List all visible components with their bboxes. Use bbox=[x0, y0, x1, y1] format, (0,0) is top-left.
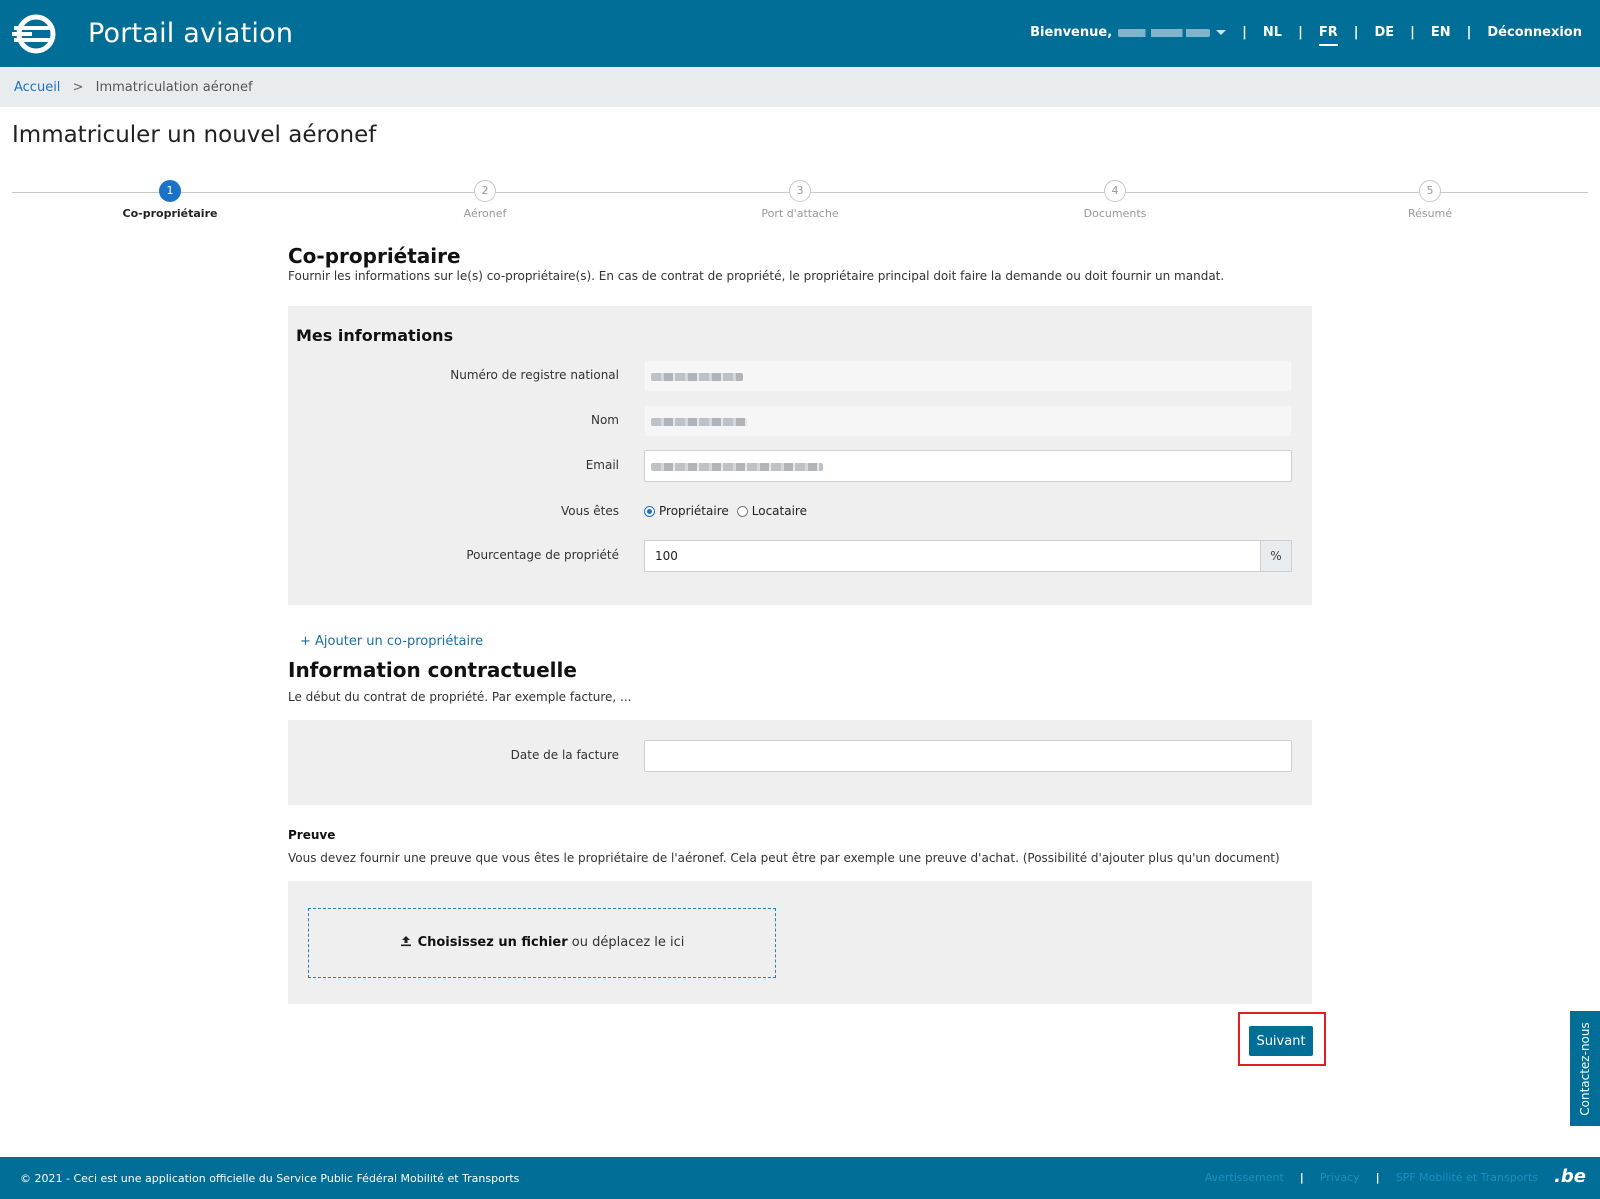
role-tenant-option[interactable]: Locataire bbox=[736, 504, 807, 518]
footer-copyright: © 2021 - Ceci est une application offici… bbox=[20, 1172, 520, 1185]
breadcrumb: Accueil > Immatriculation aéronef bbox=[0, 67, 1600, 107]
footer-link-privacy[interactable]: Privacy bbox=[1320, 1171, 1360, 1184]
step-number: 1 bbox=[159, 180, 181, 202]
breadcrumb-home[interactable]: Accueil bbox=[14, 80, 60, 95]
be-logo[interactable]: .be bbox=[1554, 1166, 1586, 1187]
app-title: Portail aviation bbox=[88, 18, 294, 49]
wizard-stepper: 1 Co-propriétaire 2 Aéronef 3 Port d'att… bbox=[12, 178, 1588, 228]
step-number: 3 bbox=[789, 180, 811, 202]
national-number-row: Numéro de registre national bbox=[288, 360, 1312, 392]
invoice-date-label: Date de la facture bbox=[510, 748, 619, 762]
portal-logo-icon[interactable] bbox=[12, 12, 56, 56]
national-number-label: Numéro de registre national bbox=[450, 368, 619, 382]
redacted-value bbox=[651, 463, 823, 471]
footer-link-disclaimer[interactable]: Avertissement bbox=[1205, 1171, 1284, 1184]
contract-panel: Date de la facture bbox=[288, 720, 1312, 805]
chevron-down-icon bbox=[1216, 30, 1227, 35]
co-owner-description: Fournir les informations sur le(s) co-pr… bbox=[288, 269, 1225, 283]
lang-nl[interactable]: NL bbox=[1263, 25, 1282, 40]
lang-en[interactable]: EN bbox=[1431, 25, 1451, 40]
step-summary[interactable]: 5 Résumé bbox=[1350, 180, 1510, 220]
breadcrumb-separator: > bbox=[72, 80, 84, 95]
top-nav: Bienvenue, | NL | FR | DE | EN | Déconne… bbox=[1030, 25, 1582, 46]
footer-links: Avertissement | Privacy | SPF Mobilité e… bbox=[1204, 1171, 1538, 1184]
top-header: Portail aviation Bienvenue, | NL | FR | … bbox=[0, 0, 1600, 67]
email-row: Email bbox=[288, 450, 1312, 482]
lang-fr[interactable]: FR bbox=[1318, 25, 1338, 46]
role-owner-label: Propriétaire bbox=[659, 504, 729, 518]
national-number-field bbox=[644, 360, 1292, 392]
next-button-highlight: Suivant bbox=[1238, 1012, 1326, 1066]
my-info-title: Mes informations bbox=[296, 326, 454, 345]
step-co-owner[interactable]: 1 Co-propriétaire bbox=[90, 180, 250, 220]
my-info-panel: Mes informations Numéro de registre nati… bbox=[288, 306, 1312, 605]
name-field bbox=[644, 405, 1292, 437]
step-documents[interactable]: 4 Documents bbox=[1035, 180, 1195, 220]
step-aircraft[interactable]: 2 Aéronef bbox=[405, 180, 565, 220]
step-label: Aéronef bbox=[463, 207, 507, 220]
percentage-unit: % bbox=[1260, 540, 1292, 572]
radio-owner[interactable] bbox=[644, 505, 655, 517]
role-owner-option[interactable]: Propriétaire bbox=[644, 504, 729, 518]
proof-title: Preuve bbox=[288, 828, 336, 842]
step-home-base[interactable]: 3 Port d'attache bbox=[720, 180, 880, 220]
file-dropzone[interactable]: Choisissez un fichier ou déplacez le ici bbox=[308, 908, 776, 978]
proof-description: Vous devez fournir une preuve que vous ê… bbox=[288, 851, 1280, 865]
step-number: 5 bbox=[1419, 180, 1441, 202]
user-menu[interactable]: Bienvenue, bbox=[1030, 25, 1227, 40]
email-field[interactable] bbox=[644, 450, 1292, 482]
drop-hint: ou déplacez le ici bbox=[571, 935, 685, 950]
name-label: Nom bbox=[590, 413, 619, 427]
role-tenant-label: Locataire bbox=[751, 504, 807, 518]
step-number: 2 bbox=[474, 180, 496, 202]
footer-link-spf[interactable]: SPF Mobilité et Transports bbox=[1396, 1171, 1538, 1184]
lang-de[interactable]: DE bbox=[1374, 25, 1394, 40]
redacted-value bbox=[651, 373, 743, 381]
step-label: Co-propriétaire bbox=[122, 207, 218, 220]
step-label: Résumé bbox=[1407, 207, 1453, 220]
upload-icon bbox=[400, 936, 411, 947]
email-label: Email bbox=[585, 458, 619, 472]
percentage-row: Pourcentage de propriété 100 % bbox=[288, 540, 1312, 572]
role-row: Vous êtes Propriétaire Locataire bbox=[288, 496, 1312, 528]
breadcrumb-current: Immatriculation aéronef bbox=[95, 80, 253, 95]
contact-tab-label: Contactez-nous bbox=[1578, 1021, 1592, 1116]
role-radio-group: Propriétaire Locataire bbox=[644, 504, 815, 518]
user-name-redacted bbox=[1118, 28, 1211, 37]
page-title: Immatriculer un nouvel aéronef bbox=[12, 122, 377, 148]
redacted-value bbox=[651, 418, 747, 426]
invoice-date-input[interactable] bbox=[644, 740, 1292, 772]
radio-tenant[interactable] bbox=[736, 505, 748, 517]
contract-description: Le début du contrat de propriété. Par ex… bbox=[288, 690, 632, 704]
invoice-date-row: Date de la facture bbox=[288, 740, 1312, 772]
logout-link[interactable]: Déconnexion bbox=[1487, 25, 1582, 40]
proof-panel: Choisissez un fichier ou déplacez le ici bbox=[288, 881, 1312, 1004]
step-number: 4 bbox=[1104, 180, 1126, 202]
choose-file-label: Choisissez un fichier bbox=[417, 935, 568, 950]
add-co-owner-link[interactable]: + Ajouter un co-propriétaire bbox=[300, 634, 483, 649]
role-label: Vous êtes bbox=[560, 504, 619, 518]
name-row: Nom bbox=[288, 405, 1312, 437]
percentage-label: Pourcentage de propriété bbox=[466, 548, 619, 562]
contact-tab[interactable]: Contactez-nous bbox=[1570, 1011, 1600, 1126]
step-label: Documents bbox=[1083, 207, 1147, 220]
contract-title: Information contractuelle bbox=[288, 658, 577, 682]
percentage-input[interactable]: 100 bbox=[644, 540, 1260, 572]
step-label: Port d'attache bbox=[761, 207, 839, 220]
welcome-text: Bienvenue, bbox=[1030, 25, 1113, 40]
co-owner-title: Co-propriétaire bbox=[288, 244, 461, 268]
footer: © 2021 - Ceci est une application offici… bbox=[0, 1157, 1600, 1199]
next-button[interactable]: Suivant bbox=[1249, 1026, 1313, 1056]
